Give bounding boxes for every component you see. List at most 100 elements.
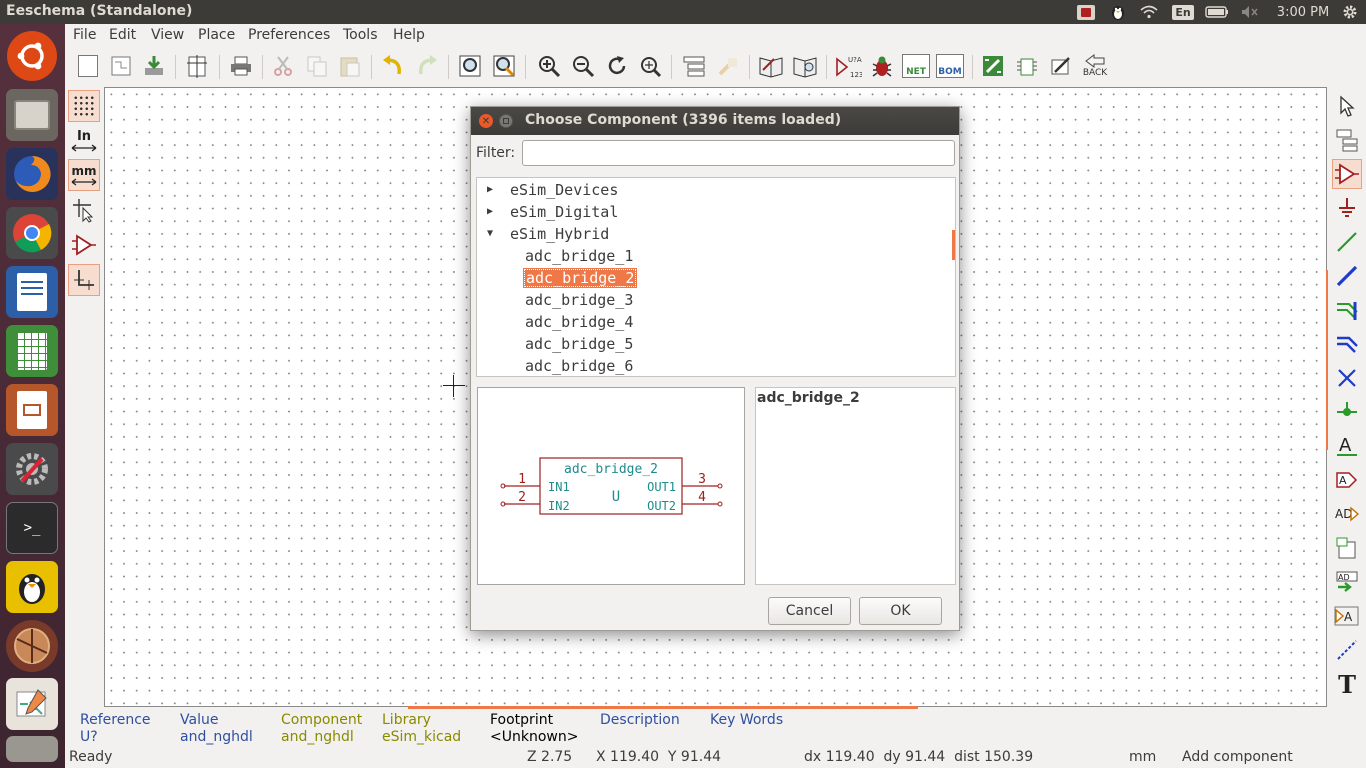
dialog-close-icon[interactable]: ✕ bbox=[479, 114, 493, 128]
library-editor-icon[interactable] bbox=[757, 52, 785, 80]
tree-library-item[interactable]: eSim_Devices bbox=[510, 180, 618, 200]
tree-component-item-selected[interactable]: adc_bridge_2 bbox=[523, 268, 638, 288]
menu-edit[interactable]: Edit bbox=[109, 27, 136, 43]
find-replace-icon[interactable] bbox=[490, 52, 518, 80]
wifi-icon[interactable] bbox=[1138, 3, 1160, 21]
hierarchical-sheet-icon[interactable] bbox=[1332, 533, 1362, 563]
clock[interactable]: 3:00 PM bbox=[1270, 3, 1336, 21]
tree-library-item[interactable]: eSim_Digital bbox=[510, 202, 618, 222]
component-tree[interactable]: ▶ eSim_Devices ▶ eSim_Digital ▼ eSim_Hyb… bbox=[476, 177, 956, 377]
expand-arrow-icon[interactable]: ▶ bbox=[487, 202, 493, 222]
inch-units-button[interactable]: In bbox=[68, 125, 100, 157]
trash-icon[interactable] bbox=[6, 736, 58, 762]
ok-button[interactable]: OK bbox=[859, 597, 942, 625]
show-hidden-pins-icon[interactable] bbox=[68, 229, 100, 261]
status-coordinates: X 119.40 Y 91.44 bbox=[596, 749, 722, 765]
undo-icon[interactable] bbox=[379, 52, 407, 80]
wire-angle-icon[interactable] bbox=[68, 264, 100, 296]
volume-muted-icon[interactable] bbox=[1239, 3, 1261, 21]
esim-penguin-icon[interactable] bbox=[6, 561, 58, 613]
filter-input[interactable] bbox=[522, 140, 955, 166]
select-arrow-icon[interactable] bbox=[1332, 91, 1362, 121]
terminal-icon[interactable]: >_ bbox=[6, 502, 58, 554]
record-icon[interactable] bbox=[1075, 3, 1097, 21]
expand-arrow-icon[interactable]: ▶ bbox=[487, 180, 493, 200]
zoom-out-icon[interactable] bbox=[569, 52, 597, 80]
firefox-icon[interactable] bbox=[6, 148, 58, 200]
menu-help[interactable]: Help bbox=[393, 27, 425, 43]
eeschema-icon[interactable] bbox=[6, 678, 58, 730]
graphic-line-icon[interactable] bbox=[1332, 635, 1362, 665]
menu-preferences[interactable]: Preferences bbox=[248, 27, 330, 43]
tree-component-item[interactable]: adc_bridge_5 bbox=[525, 334, 633, 354]
battery-icon[interactable] bbox=[1204, 3, 1230, 21]
chrome-icon[interactable] bbox=[6, 207, 58, 259]
cursor-shape-icon[interactable] bbox=[68, 194, 100, 226]
import-sheet-pin-icon[interactable]: AD bbox=[1332, 567, 1362, 597]
menu-tools[interactable]: Tools bbox=[343, 27, 378, 43]
dialog-titlebar[interactable]: ✕ Choose Component (3396 items loaded) bbox=[471, 107, 959, 135]
files-icon[interactable] bbox=[6, 89, 58, 141]
sheet-pin-icon[interactable]: A bbox=[1332, 601, 1362, 631]
net-label-icon[interactable]: A bbox=[1332, 431, 1362, 461]
pcbnew-icon[interactable] bbox=[1047, 52, 1075, 80]
find-icon[interactable] bbox=[456, 52, 484, 80]
place-component-icon[interactable] bbox=[1332, 159, 1362, 189]
global-label-icon[interactable]: A bbox=[1332, 465, 1362, 495]
tree-library-item[interactable]: eSim_Hybrid bbox=[510, 224, 609, 244]
ngspice-icon[interactable] bbox=[6, 620, 58, 672]
settings-gear-icon[interactable] bbox=[1340, 3, 1360, 21]
cvpcb-icon[interactable] bbox=[979, 52, 1007, 80]
launcher: >_ bbox=[0, 24, 65, 768]
impress-icon[interactable] bbox=[6, 384, 58, 436]
tree-component-item[interactable]: adc_bridge_6 bbox=[525, 356, 633, 376]
hierarchy-icon[interactable] bbox=[1332, 125, 1362, 155]
system-settings-icon[interactable] bbox=[6, 443, 58, 495]
menu-place[interactable]: Place bbox=[198, 27, 235, 43]
hierarchical-label-icon[interactable]: AD bbox=[1332, 499, 1362, 529]
page-settings-icon[interactable] bbox=[183, 52, 211, 80]
writer-icon[interactable] bbox=[6, 266, 58, 318]
hierarchy-navigator-icon[interactable] bbox=[680, 52, 708, 80]
dialog-maximize-icon[interactable] bbox=[499, 114, 513, 128]
wire-to-bus-entry-icon[interactable] bbox=[1332, 295, 1362, 325]
keyboard-layout-indicator[interactable]: En bbox=[1172, 3, 1194, 21]
grid-toggle-icon[interactable] bbox=[68, 90, 100, 122]
keyboard-layout-label: En bbox=[1172, 4, 1194, 20]
bus-to-bus-entry-icon[interactable] bbox=[1332, 329, 1362, 359]
place-bus-icon[interactable] bbox=[1332, 261, 1362, 291]
menu-view[interactable]: View bbox=[151, 27, 184, 43]
cut-icon bbox=[269, 52, 297, 80]
place-power-icon[interactable] bbox=[1332, 193, 1362, 223]
graphic-text-icon[interactable]: T bbox=[1332, 669, 1362, 699]
collapse-arrow-icon[interactable]: ▼ bbox=[487, 224, 493, 244]
redraw-icon[interactable] bbox=[603, 52, 631, 80]
ubuntu-dash-icon[interactable] bbox=[7, 31, 57, 81]
new-sheet-icon[interactable] bbox=[74, 52, 102, 80]
bom-icon[interactable]: BOM bbox=[935, 52, 965, 80]
calc-icon[interactable] bbox=[6, 325, 58, 377]
place-wire-icon[interactable] bbox=[1332, 227, 1362, 257]
no-connect-icon[interactable] bbox=[1332, 363, 1362, 393]
mm-units-button[interactable]: mm bbox=[68, 159, 100, 191]
open-schematic-icon[interactable] bbox=[107, 52, 135, 80]
library-browser-icon[interactable] bbox=[791, 52, 819, 80]
zoom-fit-icon[interactable] bbox=[636, 52, 664, 80]
tree-scrollbar[interactable] bbox=[952, 230, 955, 260]
zoom-in-icon[interactable] bbox=[535, 52, 563, 80]
save-icon[interactable] bbox=[140, 52, 168, 80]
netlist-icon[interactable]: NET bbox=[901, 52, 931, 80]
annotate-icon[interactable]: U?A 123 bbox=[834, 52, 862, 80]
junction-icon[interactable] bbox=[1332, 397, 1362, 427]
penguin-indicator-icon[interactable] bbox=[1107, 3, 1129, 21]
tree-component-item[interactable]: adc_bridge_1 bbox=[525, 246, 633, 266]
back-button[interactable]: BACK bbox=[1079, 52, 1111, 80]
footprint-editor-icon[interactable] bbox=[1013, 52, 1041, 80]
left-toolbar: In mm bbox=[65, 87, 103, 709]
menu-file[interactable]: File bbox=[73, 27, 96, 43]
tree-component-item[interactable]: adc_bridge_4 bbox=[525, 312, 633, 332]
erc-bug-icon[interactable] bbox=[868, 52, 896, 80]
cancel-button[interactable]: Cancel bbox=[768, 597, 851, 625]
print-icon[interactable] bbox=[227, 52, 255, 80]
tree-component-item[interactable]: adc_bridge_3 bbox=[525, 290, 633, 310]
